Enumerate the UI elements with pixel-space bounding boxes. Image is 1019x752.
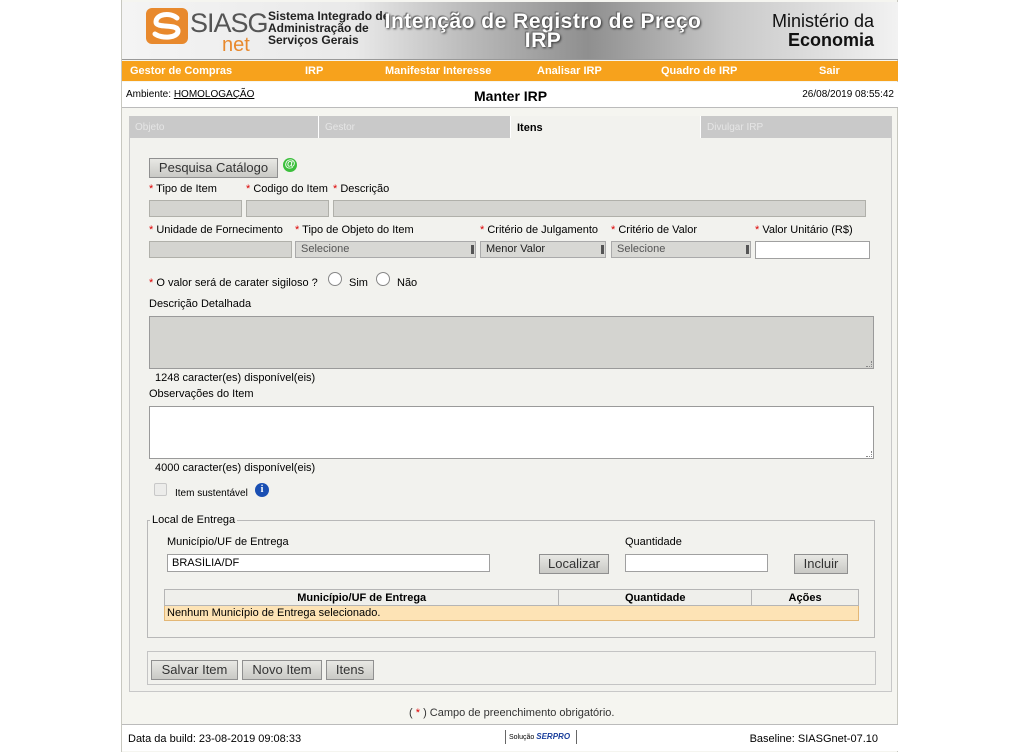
- tab-bar: Objeto Gestor Itens Divulgar IRP: [129, 116, 892, 138]
- info-icon[interactable]: i: [255, 483, 269, 497]
- sigiloso-sim-label: Sim: [349, 277, 368, 289]
- criterio-julgamento-label: * Critério de Julgamento: [480, 224, 599, 236]
- select-arrow-icon: [746, 245, 749, 254]
- environment-info: Ambiente: HOMOLOGAÇÃO: [126, 89, 254, 100]
- nav-quadro-de-irp[interactable]: Quadro de IRP: [661, 65, 737, 77]
- valor-unitario-input[interactable]: [755, 241, 870, 259]
- col-acoes-header: Ações: [751, 589, 859, 606]
- descricao-detalhada-textarea: [149, 316, 874, 369]
- sigiloso-nao-label: Não: [397, 277, 418, 289]
- observacoes-label: Observações do Item: [149, 388, 254, 400]
- tipo-item-label: * Tipo de Item: [149, 183, 217, 195]
- baseline-version: Baseline: SIASGnet-07.10: [749, 733, 878, 745]
- nav-irp[interactable]: IRP: [305, 65, 323, 77]
- ministry-line-2: Economia: [787, 30, 874, 50]
- system-name: Sistema Integrado de Administração de Se…: [268, 10, 389, 46]
- item-sustentavel-checkbox[interactable]: [154, 483, 167, 496]
- footer: Data da build: 23-08-2019 09:08:33 Soluç…: [122, 724, 898, 751]
- codigo-item-label: * Codigo do Item: [246, 183, 328, 195]
- descricao-field: [333, 200, 866, 217]
- ambient-bar: Ambiente: HOMOLOGAÇÃO Manter IRP 26/08/2…: [122, 82, 898, 108]
- module-title-line-2: IRP: [524, 29, 562, 52]
- descricao-detalhada-counter: 1248 caracter(es) disponível(eis): [155, 372, 316, 384]
- tab-divulgar-irp[interactable]: Divulgar IRP: [701, 116, 892, 138]
- environment-link[interactable]: HOMOLOGAÇÃO: [174, 89, 255, 100]
- incluir-button[interactable]: Incluir: [794, 554, 848, 574]
- select-arrow-icon: [471, 245, 474, 254]
- criterio-valor-label: * Critério de Valor: [611, 224, 698, 236]
- tab-gestor[interactable]: Gestor: [319, 116, 511, 138]
- quantidade-input[interactable]: [625, 554, 768, 572]
- module-title: Intenção de Registro de Preço IRP: [378, 11, 708, 52]
- quantidade-label: Quantidade: [625, 536, 682, 548]
- nav-manifestar-interesse[interactable]: Manifestar Interesse: [385, 65, 491, 77]
- items-panel: Pesquisa Catálogo @ * Tipo de Item * Cod…: [129, 138, 892, 692]
- serpro-logo: Solução SERPRO: [505, 730, 577, 744]
- item-sustentavel-label: Item sustentável: [175, 488, 248, 499]
- ministry-name: Ministério da Economia: [772, 12, 874, 50]
- municipio-label: Município/UF de Entrega: [167, 536, 289, 548]
- municipio-input[interactable]: [167, 554, 490, 572]
- entrega-table: Município/UF de Entrega Quantidade Ações…: [163, 589, 859, 621]
- environment-label: Ambiente:: [126, 89, 172, 100]
- col-municipio-header: Município/UF de Entrega: [163, 589, 560, 606]
- save-item-button[interactable]: Salvar Item: [151, 660, 238, 680]
- build-date: Data da build: 23-08-2019 09:08:33: [128, 733, 302, 745]
- logo-net-text: net: [222, 34, 250, 56]
- criterio-valor-select[interactable]: Selecione: [611, 241, 751, 258]
- sigiloso-label: * O valor será de carater sigiloso ?: [149, 277, 318, 289]
- new-item-button[interactable]: Novo Item: [242, 660, 322, 680]
- ministry-line-1: Ministério da: [771, 11, 874, 31]
- catalog-search-button[interactable]: Pesquisa Catálogo: [149, 158, 278, 178]
- sigiloso-nao-radio[interactable]: [376, 272, 390, 286]
- page-title: Manter IRP: [474, 88, 548, 104]
- system-name-line-3: Serviços Gerais: [268, 33, 359, 47]
- observacoes-textarea[interactable]: [149, 406, 874, 459]
- page-frame: SIASG net Sistema Integrado de Administr…: [121, 0, 898, 752]
- resize-grip-icon: [866, 361, 872, 367]
- criterio-julgamento-select[interactable]: Menor Valor: [480, 241, 606, 258]
- observacoes-counter: 4000 caracter(es) disponível(eis): [155, 462, 316, 474]
- main-nav: Gestor de Compras IRP Manifestar Interes…: [122, 61, 898, 81]
- required-footnote: ( * ) Campo de preenchimento obrigatório…: [409, 707, 615, 719]
- table-row: Nenhum Município de Entrega selecionado.: [164, 605, 859, 621]
- resize-grip-icon: [866, 451, 872, 457]
- unidade-label: * Unidade de Fornecimento: [149, 224, 283, 236]
- codigo-item-field: [246, 200, 329, 217]
- table-header-row: Município/UF de Entrega Quantidade Ações: [163, 589, 859, 606]
- siasg-logo-mark-icon: [146, 8, 188, 44]
- descricao-label: * Descrição: [333, 183, 390, 195]
- tab-itens[interactable]: Itens: [511, 116, 701, 138]
- descricao-detalhada-label: Descrição Detalhada: [149, 298, 252, 310]
- sigiloso-sim-radio[interactable]: [328, 272, 342, 286]
- nav-analisar-irp[interactable]: Analisar IRP: [537, 65, 602, 77]
- tipo-objeto-select[interactable]: Selecione: [295, 241, 476, 258]
- tipo-objeto-label: * Tipo de Objeto do Item: [295, 224, 414, 236]
- valor-unitario-label: * Valor Unitário (R$): [755, 224, 853, 236]
- header-banner: SIASG net Sistema Integrado de Administr…: [122, 2, 898, 60]
- col-quantidade-header: Quantidade: [558, 589, 753, 606]
- actions-bar: Salvar Item Novo Item Itens: [147, 651, 876, 685]
- items-button[interactable]: Itens: [326, 660, 374, 680]
- siasg-logo: SIASG net: [146, 8, 269, 56]
- localizar-button[interactable]: Localizar: [539, 554, 609, 574]
- unidade-field: [149, 241, 292, 258]
- nav-sair[interactable]: Sair: [819, 65, 840, 77]
- select-arrow-icon: [601, 245, 604, 254]
- nav-gestor-de-compras[interactable]: Gestor de Compras: [130, 65, 232, 77]
- tab-objeto[interactable]: Objeto: [129, 116, 319, 138]
- tipo-item-field: [149, 200, 242, 217]
- local-entrega-legend: Local de Entrega: [152, 514, 236, 526]
- at-sign-icon[interactable]: @: [283, 158, 297, 172]
- empty-message: Nenhum Município de Entrega selecionado.: [164, 605, 859, 621]
- current-datetime: 26/08/2019 08:55:42: [802, 89, 894, 100]
